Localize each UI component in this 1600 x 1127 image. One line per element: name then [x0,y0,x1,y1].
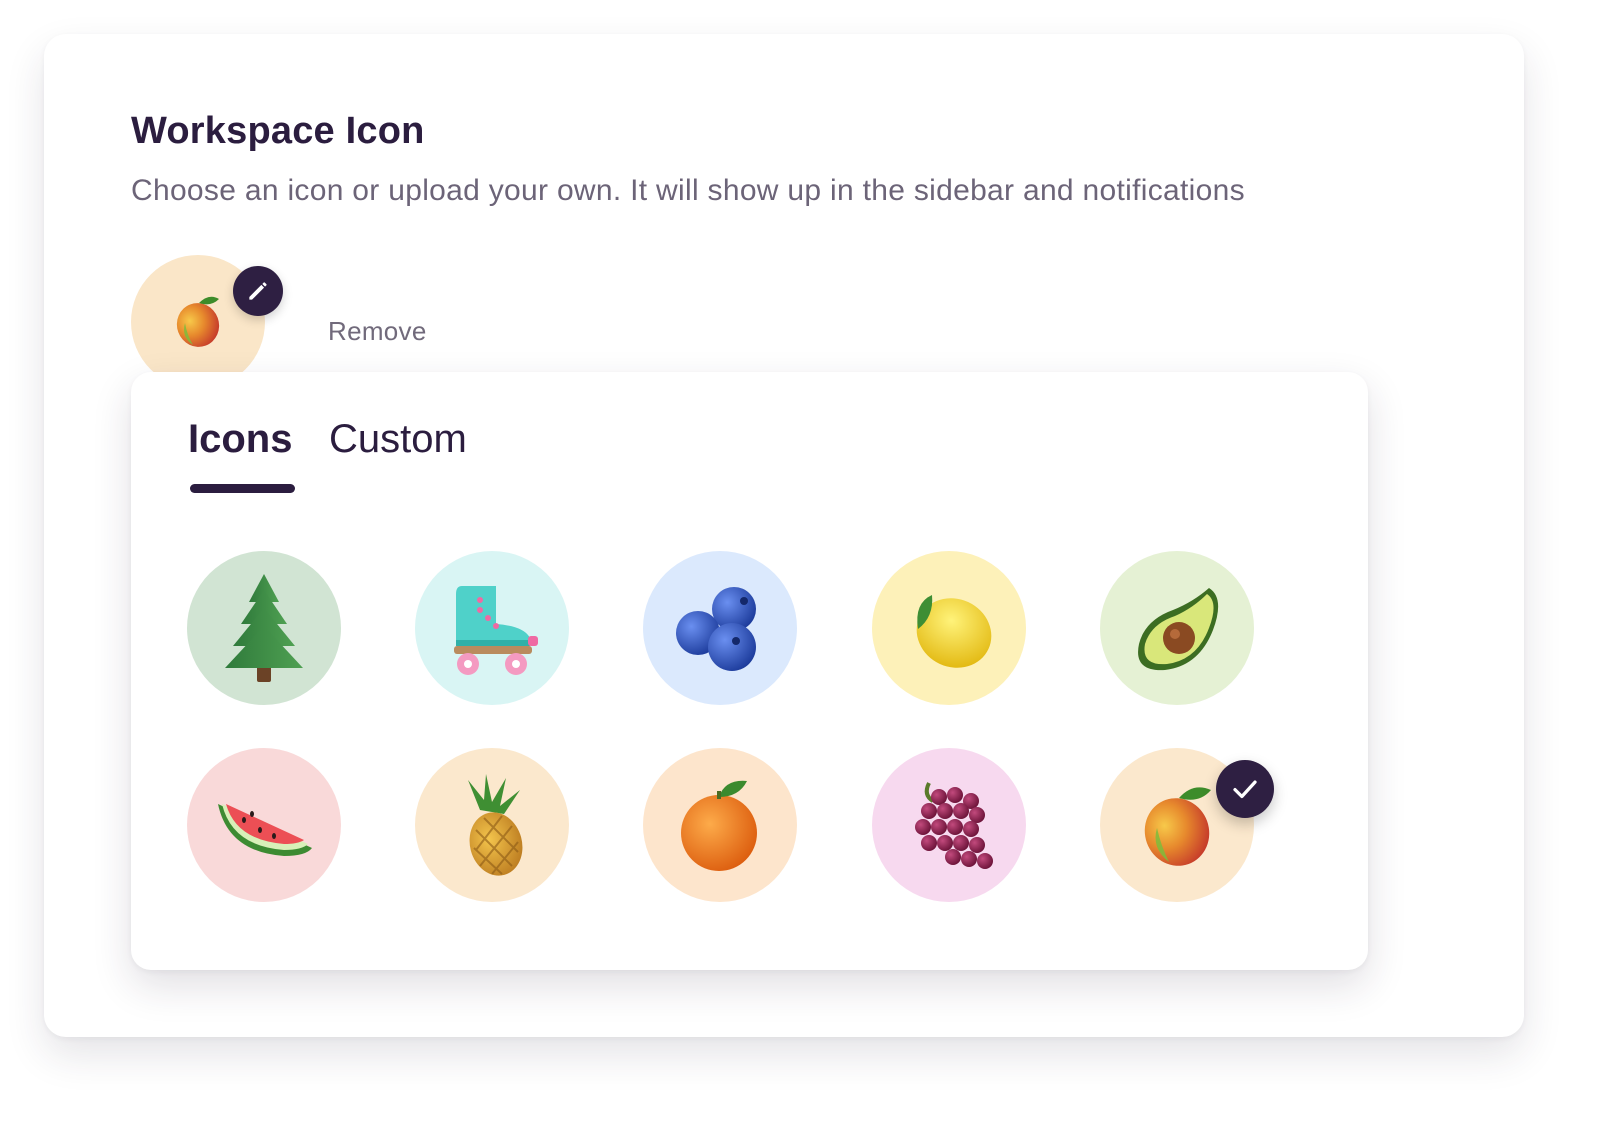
watermelon-icon [218,804,312,856]
icon-option-roller-skate[interactable] [415,551,569,705]
grapes-icon [915,782,993,869]
pine-tree-icon [225,574,303,682]
icon-option-pine-tree[interactable] [187,551,341,705]
blueberries-icon [676,587,756,671]
icon-option-grapes[interactable] [872,748,1026,902]
icon-option-orange[interactable] [643,748,797,902]
section-title: Workspace Icon [131,110,425,152]
checkmark-icon [1233,780,1257,799]
remove-button[interactable]: Remove [328,316,427,347]
avocado-icon [1138,588,1219,671]
icon-option-avocado[interactable] [1100,551,1254,705]
tab-custom[interactable]: Custom [329,417,467,462]
icon-option-watermelon[interactable] [187,748,341,902]
mango-icon [176,296,220,347]
lemon-icon [916,595,992,668]
pineapple-icon [468,774,523,876]
edit-icon-button[interactable] [233,266,283,316]
icon-option-lemon[interactable] [872,551,1026,705]
section-subtitle: Choose an icon or upload your own. It wi… [131,174,1245,207]
pencil-icon [249,282,267,300]
icon-option-blueberries[interactable] [643,551,797,705]
roller-skate-icon [454,586,538,675]
tab-icons[interactable]: Icons [188,417,292,462]
active-tab-indicator [190,484,295,493]
selected-check-badge [1216,760,1274,818]
orange-icon [681,780,757,871]
mango-icon [1144,787,1211,866]
icon-option-pineapple[interactable] [415,748,569,902]
